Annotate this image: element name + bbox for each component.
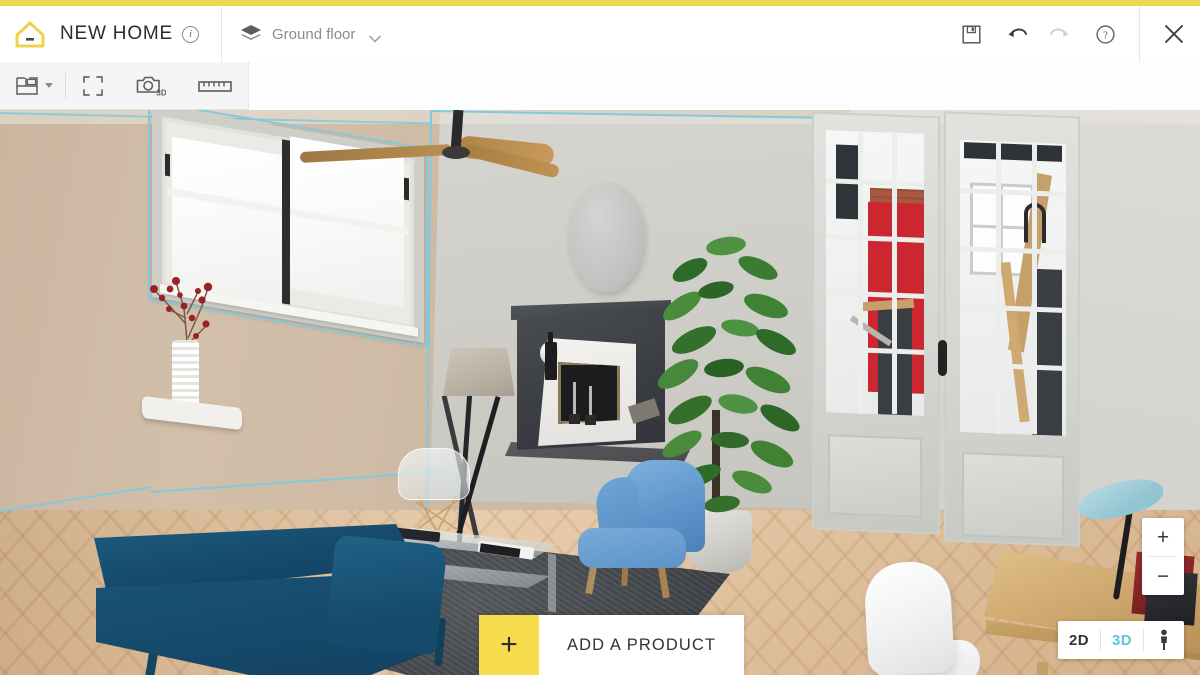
view-mode-3d[interactable]: 3D	[1101, 621, 1143, 659]
redo-icon[interactable]	[1039, 14, 1079, 54]
zoom-in-button[interactable]: +	[1142, 518, 1184, 556]
ruler-icon[interactable]	[182, 62, 248, 110]
french-door-right-glass	[960, 139, 1066, 437]
french-door-left-panel	[828, 434, 922, 518]
camera-3d-icon[interactable]: 3D	[120, 62, 182, 110]
add-product-button[interactable]: + ADD A PRODUCT	[479, 615, 745, 675]
header-left-group: NEW HOME i	[0, 6, 200, 62]
wall-mirror[interactable]	[568, 182, 644, 292]
secondary-toolbar: 3D	[0, 61, 1200, 110]
undo-icon[interactable]	[997, 14, 1037, 54]
toolbar-empty-area	[248, 61, 1200, 110]
app-root: NEW HOME i Ground floor ? 3D + − 2D 3D +…	[0, 0, 1200, 675]
floor-lamp[interactable]	[443, 348, 515, 396]
candlestick-1-stem	[573, 382, 576, 418]
floor-selector-label: Ground floor	[272, 25, 356, 43]
armchair-seat	[578, 528, 686, 568]
help-icon[interactable]: ?	[1085, 14, 1125, 54]
view-mode-2d[interactable]: 2D	[1058, 621, 1100, 659]
french-doors[interactable]	[812, 111, 1080, 554]
ceiling-fan[interactable]	[442, 146, 470, 159]
header-actions: ?	[951, 6, 1200, 62]
page-title: NEW HOME	[60, 23, 174, 44]
layers-icon	[240, 24, 262, 44]
clear-chair[interactable]	[398, 448, 470, 500]
close-icon[interactable]	[1148, 6, 1200, 62]
zoom-out-button[interactable]: −	[1142, 557, 1184, 595]
save-icon[interactable]	[951, 14, 991, 54]
undo-redo-group	[997, 14, 1079, 54]
view-mode-switch: 2D 3D	[1058, 621, 1184, 659]
coffee-table-side-right	[548, 553, 556, 613]
plus-icon: +	[479, 615, 539, 675]
french-door-left-glass	[826, 130, 924, 416]
zoom-controls: + −	[1142, 518, 1184, 595]
home-icon[interactable]	[14, 19, 46, 49]
branch-decor[interactable]	[140, 248, 235, 354]
sofa-arm	[324, 534, 448, 656]
clear-chair-base	[414, 495, 460, 534]
door-handle[interactable]	[938, 340, 947, 376]
candlestick-1-base[interactable]	[569, 414, 580, 424]
header-divider-2	[1139, 6, 1140, 62]
decor-bottle[interactable]	[545, 342, 557, 380]
svg-text:3D: 3D	[156, 88, 166, 97]
svg-text:?: ?	[1103, 30, 1108, 41]
french-door-right-panel	[962, 452, 1064, 540]
white-eames-chair[interactable]	[863, 559, 955, 675]
floorplan-icon[interactable]	[0, 62, 65, 110]
chevron-down-icon	[369, 30, 382, 43]
info-icon[interactable]: i	[182, 25, 200, 43]
caret-down-icon	[45, 83, 53, 88]
toolbar-group: 3D	[0, 62, 248, 110]
design-viewport-3d[interactable]: + − 2D 3D + ADD A PRODUCT	[0, 110, 1200, 675]
fullscreen-icon[interactable]	[66, 62, 120, 110]
person-icon[interactable]	[1144, 621, 1184, 659]
candlestick-2-base[interactable]	[585, 415, 596, 425]
floor-selector[interactable]: Ground floor	[222, 6, 395, 62]
app-header: NEW HOME i Ground floor ?	[0, 6, 1200, 62]
add-product-label: ADD A PRODUCT	[539, 615, 745, 675]
